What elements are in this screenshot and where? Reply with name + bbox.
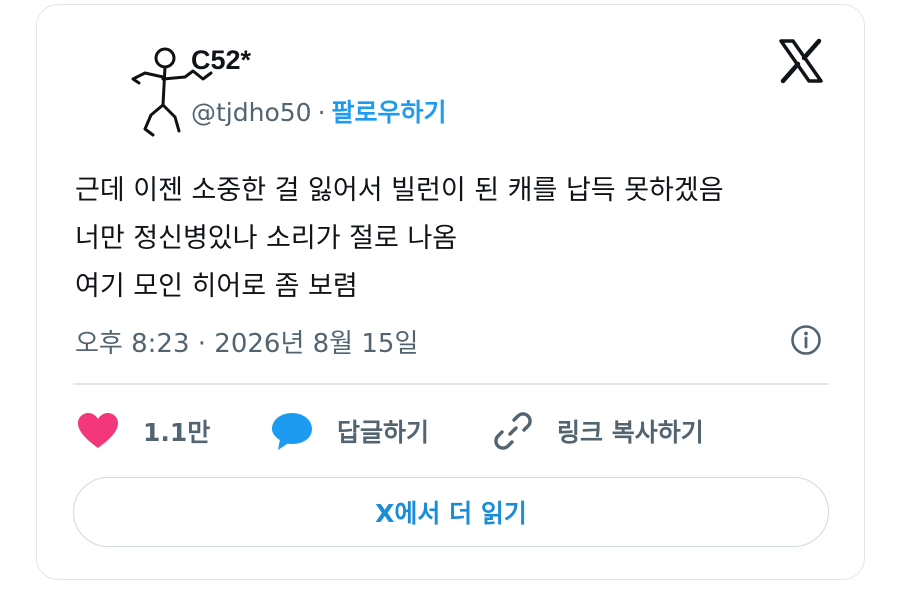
separator-dot: · — [317, 98, 326, 127]
heart-icon — [78, 413, 118, 448]
tweet-text: 근데 이젠 소중한 걸 잃어서 빌런이 된 캐를 납득 못하겠음 너만 정신병있… — [75, 167, 835, 311]
copy-link-label: 링크 복사하기 — [557, 418, 704, 447]
timestamp[interactable]: 오후 8:23 · 2026년 8월 15일 — [75, 323, 418, 360]
tweet-line: 근데 이젠 소중한 걸 잃어서 빌런이 된 캐를 납득 못하겠음 — [75, 175, 724, 206]
divider — [73, 383, 829, 385]
info-icon[interactable] — [789, 323, 823, 357]
tweet-card: C52* @tjdho50 · 팔로우하기 근데 이젠 소중한 걸 잃어서 빌런이 … — [36, 4, 865, 580]
copy-link-button[interactable]: 링크 복사하기 — [493, 409, 704, 453]
reply-bubble-icon — [272, 413, 312, 450]
follow-link[interactable]: 팔로우하기 — [332, 98, 447, 127]
x-logo-icon[interactable] — [777, 37, 825, 85]
reply-button[interactable]: 답글하기 — [271, 409, 429, 453]
read-more-button[interactable]: X에서 더 읽기 — [73, 477, 829, 547]
link-icon — [494, 412, 532, 450]
handle-row: @tjdho50 · 팔로우하기 — [191, 93, 447, 129]
like-button[interactable]: 1.1만 — [77, 409, 210, 453]
display-name[interactable]: C52* — [191, 45, 251, 76]
reply-label: 답글하기 — [337, 418, 430, 447]
like-count: 1.1만 — [143, 418, 211, 447]
tweet-line: 여기 모인 히어로 좀 보렴 — [75, 271, 358, 302]
handle[interactable]: @tjdho50 — [191, 98, 312, 127]
tweet-line: 너만 정신병있나 소리가 절로 나옴 — [75, 223, 458, 254]
